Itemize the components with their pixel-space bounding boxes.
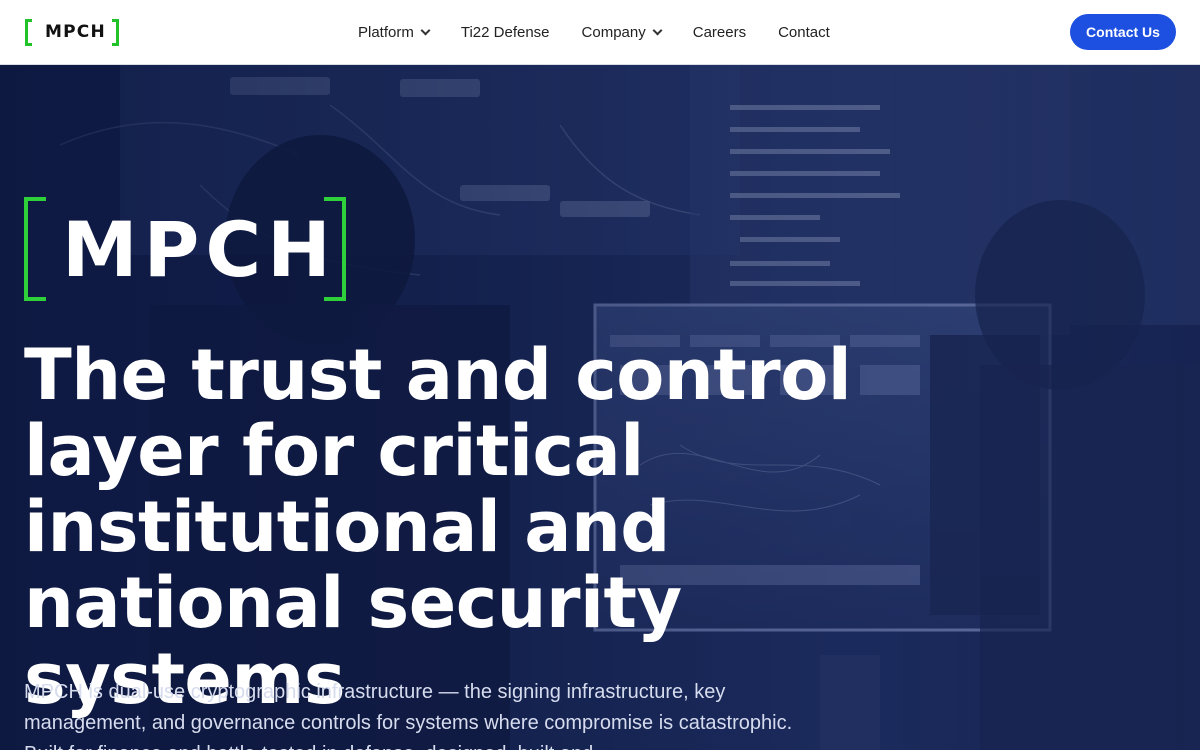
logo-text: MPCH: [45, 22, 106, 42]
nav-item-company[interactable]: Company: [581, 24, 663, 41]
top-navbar: MPCH Platform Ti22 Defense Company Caree…: [0, 0, 1200, 65]
logo-bracket-right: [324, 197, 346, 301]
logo-bracket-right: [112, 19, 119, 46]
header-logo[interactable]: MPCH: [25, 19, 119, 46]
chevron-down-icon: [420, 25, 431, 36]
nav-item-careers[interactable]: Careers: [693, 24, 746, 41]
nav-item-ti22-defense[interactable]: Ti22 Defense: [461, 24, 550, 41]
logo-bracket-left: [24, 197, 46, 301]
hero-section: MPCH The trust and control layer for cri…: [0, 65, 1200, 750]
nav-item-label: Platform: [358, 24, 414, 41]
main-nav: Platform Ti22 Defense Company Careers Co…: [358, 0, 862, 65]
contact-us-button[interactable]: Contact Us: [1070, 14, 1176, 50]
hero-subtext: MPCH is dual-use cryptographic infrastru…: [24, 681, 793, 750]
nav-item-label: Ti22 Defense: [460, 24, 550, 41]
hero-logo-text: MPCH: [62, 205, 337, 294]
chevron-down-icon: [652, 25, 663, 36]
hero-headline: The trust and control layer for critical…: [24, 334, 852, 720]
nav-item-label: Careers: [692, 24, 747, 41]
nav-item-label: Contact: [778, 24, 830, 41]
nav-item-label: Company: [581, 24, 646, 41]
nav-item-platform[interactable]: Platform: [358, 24, 431, 41]
logo-bracket-left: [25, 19, 32, 46]
nav-item-contact[interactable]: Contact: [778, 24, 830, 41]
hero-logo: MPCH: [24, 197, 346, 301]
